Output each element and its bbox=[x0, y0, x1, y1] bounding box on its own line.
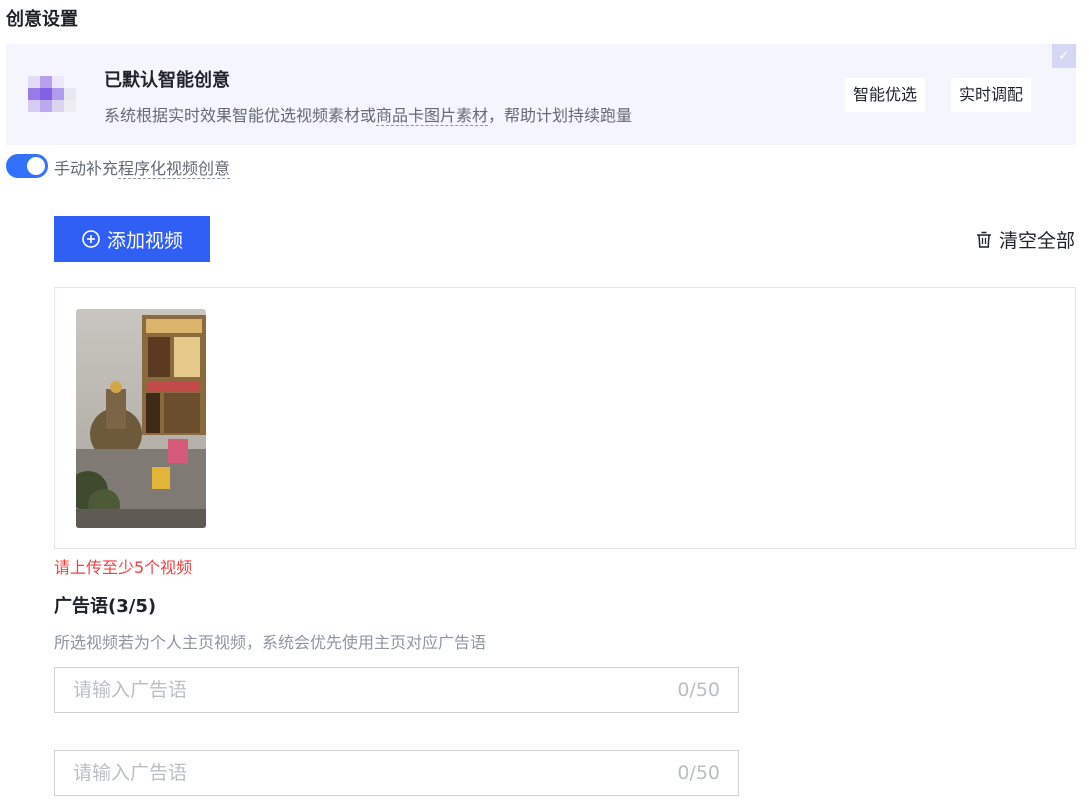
clear-all-button[interactable]: 清空全部 bbox=[975, 226, 1075, 253]
ad-copy-input[interactable] bbox=[73, 762, 633, 784]
section-title: 创意设置 bbox=[6, 9, 78, 30]
smart-creative-card: 已默认智能创意 系统根据实时效果智能优选视频素材或商品卡图片素材，帮助计划持续跑… bbox=[6, 44, 1076, 145]
character-counter: 0/50 bbox=[677, 679, 720, 701]
ad-copy-title: 广告语(3/5) bbox=[54, 596, 157, 617]
ad-copy-description: 所选视频若为个人主页视频，系统会优先使用主页对应广告语 bbox=[54, 633, 487, 652]
smart-desc-part2: ，帮助计划持续跑量 bbox=[488, 106, 633, 125]
tag-realtime-allocate: 实时调配 bbox=[951, 78, 1032, 112]
toggle-knob bbox=[27, 157, 45, 175]
video-thumbnail[interactable] bbox=[76, 309, 206, 528]
smart-creative-icon bbox=[28, 76, 76, 112]
smart-desc-part1: 系统根据实时效果智能优选视频素材或 bbox=[104, 106, 377, 125]
manual-creative-toggle[interactable] bbox=[6, 154, 48, 178]
add-video-label: 添加视频 bbox=[106, 229, 183, 252]
toggle-label-prefix: 手动补充 bbox=[54, 159, 119, 178]
ad-copy-input[interactable] bbox=[73, 679, 633, 701]
programmatic-creative-link[interactable]: 程序化视频创意 bbox=[118, 159, 231, 179]
ad-copy-field-1: 0/50 bbox=[54, 667, 739, 713]
ad-copy-field-2: 0/50 bbox=[54, 750, 739, 796]
video-thumbnail-image bbox=[76, 309, 206, 528]
error-message: 请上传至少5个视频 bbox=[54, 558, 193, 577]
character-counter: 0/50 bbox=[677, 762, 720, 784]
video-list bbox=[54, 287, 1076, 549]
product-card-link[interactable]: 商品卡图片素材 bbox=[376, 106, 489, 126]
toggle-label: 手动补充程序化视频创意 bbox=[54, 155, 231, 179]
tag-smart-select: 智能优选 bbox=[845, 78, 926, 112]
trash-icon bbox=[976, 231, 991, 248]
add-video-button[interactable]: 添加视频 bbox=[54, 216, 210, 262]
clear-all-label: 清空全部 bbox=[998, 230, 1075, 252]
smart-creative-title: 已默认智能创意 bbox=[104, 70, 230, 91]
plus-circle-icon bbox=[82, 230, 100, 248]
check-icon: ✓ bbox=[1052, 44, 1076, 68]
smart-creative-description: 系统根据实时效果智能优选视频素材或商品卡图片素材，帮助计划持续跑量 bbox=[104, 102, 632, 126]
